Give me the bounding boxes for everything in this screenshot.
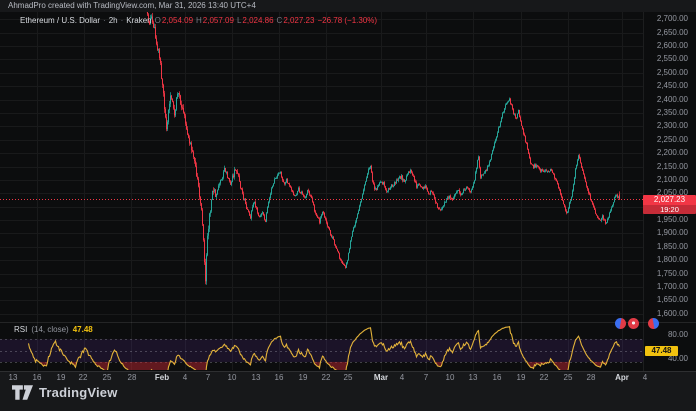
tradingview-logo-icon (12, 385, 33, 400)
low-value: L2,024.86 (237, 16, 274, 25)
time-axis-label: 7 (206, 373, 210, 382)
last-price-value: 2,027.23 (643, 195, 696, 205)
time-axis-label: Mar (374, 373, 388, 382)
reaction-red-blue-icon[interactable] (648, 318, 659, 329)
rsi-scale-label-80: 80.00 (644, 330, 694, 339)
time-axis-label: 19 (57, 373, 66, 382)
time-axis-label: 19 (517, 373, 526, 382)
time-axis-label: 10 (446, 373, 455, 382)
tradingview-snapshot: AhmadPro created with TradingView.com, M… (0, 0, 696, 411)
time-axis-label: 22 (540, 373, 549, 382)
time-axis-label: 7 (424, 373, 428, 382)
rsi-params: (14, close) (31, 325, 68, 334)
pane-separator[interactable] (0, 322, 696, 323)
open-value: O2,054.09 (155, 16, 193, 25)
time-axis-label: 4 (400, 373, 404, 382)
tradingview-logo[interactable]: TradingView (12, 385, 118, 400)
time-axis-label: 16 (33, 373, 42, 382)
time-axis-label: 16 (493, 373, 502, 382)
change-value: −26.78 (−1.30%) (317, 16, 377, 25)
legend-separator: · (103, 16, 106, 25)
reaction-red-dot-icon[interactable] (628, 318, 639, 329)
exchange-label: Kraken (126, 16, 151, 25)
axis-separator (0, 371, 696, 372)
tradingview-logo-text: TradingView (39, 385, 118, 400)
time-axis-label: 22 (79, 373, 88, 382)
time-axis-label: 25 (344, 373, 353, 382)
reaction-blue-red-icon[interactable] (615, 318, 626, 329)
high-value: H2,057.09 (196, 16, 234, 25)
time-axis-label: 10 (228, 373, 237, 382)
bar-countdown: 19:20 (643, 205, 696, 214)
time-axis-label: 16 (275, 373, 284, 382)
reaction-icons[interactable] (615, 318, 659, 329)
time-axis-label: 13 (252, 373, 261, 382)
time-axis-label: 28 (587, 373, 596, 382)
symbol-title: Ethereum / U.S. Dollar (20, 16, 100, 25)
rsi-indicator-legend[interactable]: RSI (14, close) 47.48 (14, 325, 93, 334)
time-axis-label: 22 (322, 373, 331, 382)
time-axis-label: 13 (469, 373, 478, 382)
time-axis-label: 4 (643, 373, 647, 382)
rsi-title: RSI (14, 325, 27, 334)
time-axis-label: 13 (9, 373, 18, 382)
time-axis-label: 25 (103, 373, 112, 382)
time-axis[interactable]: 13 16 19 22 25 28 Feb 4 7 10 13 16 19 22 25 Mar 4 7 10 13 16… (0, 0, 696, 411)
time-axis-label: Apr (615, 373, 629, 382)
last-price-label: 2,027.23 19:20 (643, 195, 696, 214)
symbol-legend[interactable]: Ethereum / U.S. Dollar · 2h · Kraken O2,… (20, 16, 377, 25)
time-axis-label: 19 (299, 373, 308, 382)
time-axis-label: 28 (128, 373, 137, 382)
time-axis-label: Feb (155, 373, 169, 382)
interval-label: 2h (109, 16, 118, 25)
close-value: C2,027.23 (277, 16, 315, 25)
rsi-value-label: 47.48 (645, 346, 678, 356)
watermark-attribution: AhmadPro created with TradingView.com, M… (8, 1, 256, 10)
rsi-current-value: 47.48 (73, 325, 93, 334)
time-axis-label: 25 (564, 373, 573, 382)
legend-separator: · (121, 16, 124, 25)
time-axis-label: 4 (183, 373, 187, 382)
